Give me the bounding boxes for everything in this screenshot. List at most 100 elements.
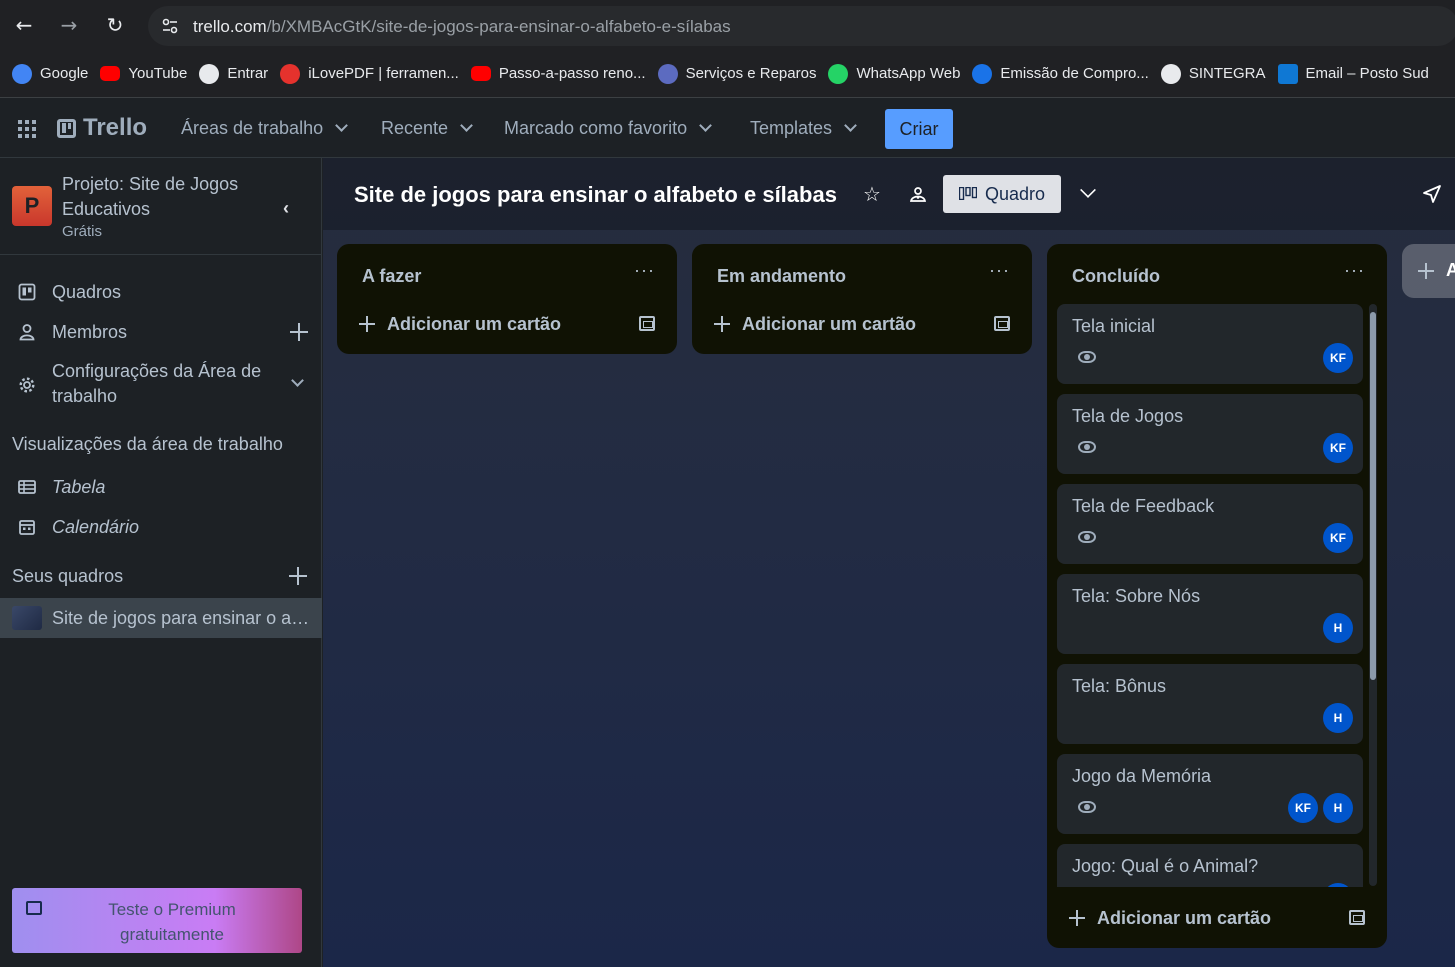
- site-settings-icon[interactable]: [160, 16, 180, 36]
- card-template-icon[interactable]: [994, 316, 1010, 331]
- menu-starred[interactable]: Marcado como favorito: [504, 118, 712, 139]
- sidebar-board-item[interactable]: Site de jogos para ensinar o alfabeto e …: [0, 598, 322, 638]
- add-card-button[interactable]: Adicionar um cartão: [337, 294, 677, 354]
- bookmark-label: iLovePDF | ferramen...: [308, 65, 459, 82]
- card-title: Tela: Bônus: [1072, 676, 1167, 696]
- sidebar-item-calendar[interactable]: Calendário: [0, 515, 322, 539]
- add-board-icon[interactable]: [289, 567, 307, 585]
- add-list-button[interactable]: A: [1402, 244, 1455, 298]
- menu-templates[interactable]: Templates: [750, 118, 857, 139]
- card-title: Jogo da Memória: [1072, 766, 1212, 786]
- workspace-name[interactable]: Projeto: Site de Jogos Educativos: [62, 172, 262, 222]
- forward-arrow-icon[interactable]: →: [57, 13, 81, 37]
- card[interactable]: Tela de Feedback KF: [1057, 484, 1363, 564]
- member-avatar[interactable]: H: [1323, 883, 1353, 887]
- address-bar[interactable]: trello.com/b/XMBAcGtK/site-de-jogos-para…: [148, 6, 1455, 46]
- outlook-icon: [1277, 63, 1298, 84]
- bookmark-item[interactable]: WhatsApp Web: [826, 59, 970, 89]
- add-card-button[interactable]: Adicionar um cartão: [1047, 888, 1387, 948]
- back-arrow-icon[interactable]: ←: [12, 13, 36, 37]
- board-title[interactable]: Site de jogos para ensinar o alfabeto e …: [354, 182, 837, 208]
- list-header[interactable]: Concluído ···: [1047, 244, 1387, 294]
- bookmark-item[interactable]: Passo-a-passo reno...: [469, 59, 656, 89]
- youtube-icon: [470, 66, 491, 81]
- member-avatar[interactable]: H: [1323, 703, 1353, 733]
- menu-recent[interactable]: Recente: [381, 118, 473, 139]
- send-icon[interactable]: [1422, 184, 1442, 204]
- card-template-icon[interactable]: [639, 316, 655, 331]
- add-member-icon[interactable]: [290, 323, 308, 341]
- card[interactable]: Tela: Bônus H: [1057, 664, 1363, 744]
- member-avatar[interactable]: KF: [1323, 433, 1353, 463]
- more-icon[interactable]: ···: [1344, 260, 1365, 281]
- collapse-sidebar-button[interactable]: ‹: [270, 192, 302, 224]
- member-avatar[interactable]: KF: [1323, 523, 1353, 553]
- bookmark-label: Serviços e Reparos: [685, 65, 817, 82]
- card-template-icon[interactable]: [1349, 910, 1365, 925]
- views-section-title: Visualizações da área de trabalho: [12, 434, 283, 454]
- trello-logo[interactable]: Trello: [57, 114, 147, 142]
- sidebar-item-settings[interactable]: Configurações da Área de trabalho: [0, 358, 322, 412]
- menu-workspaces[interactable]: Áreas de trabalho: [181, 118, 348, 139]
- reload-icon[interactable]: ↻: [103, 13, 127, 37]
- member-avatar[interactable]: H: [1323, 613, 1353, 643]
- list-title[interactable]: A fazer: [362, 266, 421, 287]
- board-header: Site de jogos para ensinar o alfabeto e …: [323, 158, 1455, 230]
- bookmark-item[interactable]: Entrar: [197, 59, 278, 89]
- card[interactable]: Tela: Sobre Nós H: [1057, 574, 1363, 654]
- sidebar-item-label: Configurações da Área de trabalho: [52, 361, 262, 406]
- more-icon[interactable]: ···: [634, 260, 655, 281]
- scrollbar-thumb[interactable]: [1370, 312, 1376, 680]
- browser-toolbar: ← → ↻ trello.com/b/XMBAcGtK/site-de-jogo…: [0, 0, 1455, 50]
- list-header[interactable]: Em andamento ···: [692, 244, 1032, 294]
- bookmark-item[interactable]: Google: [10, 59, 98, 89]
- receita-icon: [972, 63, 993, 84]
- list-header[interactable]: A fazer ···: [337, 244, 677, 294]
- boards-section-title: Seus quadros: [12, 566, 124, 586]
- chevron-down-icon: [460, 119, 473, 132]
- add-list-label: A: [1446, 260, 1455, 280]
- member-avatar[interactable]: H: [1323, 793, 1353, 823]
- board-icon: [18, 283, 36, 301]
- add-card-button[interactable]: Adicionar um cartão: [692, 294, 1032, 354]
- card[interactable]: Jogo: Qual é o Animal? H: [1057, 844, 1363, 887]
- list-title[interactable]: Concluído: [1072, 266, 1160, 287]
- sidebar-item-table[interactable]: Tabela: [0, 475, 322, 499]
- list-title[interactable]: Em andamento: [717, 266, 846, 287]
- bookmark-item[interactable]: iLovePDF | ferramen...: [278, 59, 469, 89]
- star-icon[interactable]: ☆: [863, 184, 883, 204]
- plus-icon: [359, 316, 375, 332]
- sidebar-item-boards[interactable]: Quadros: [0, 280, 322, 304]
- card[interactable]: Jogo da Memória KF H: [1057, 754, 1363, 834]
- bookmark-item[interactable]: Email – Posto Sud: [1276, 59, 1439, 89]
- sidebar-item-label: Quadros: [52, 281, 122, 302]
- card[interactable]: Tela de Jogos KF: [1057, 394, 1363, 474]
- workspace-visibility-icon[interactable]: [909, 185, 927, 203]
- bookmark-item[interactable]: Emissão de Compro...: [970, 59, 1158, 89]
- app-switcher-icon[interactable]: [18, 120, 36, 138]
- bookmark-item[interactable]: YouTube: [98, 59, 197, 89]
- list-scrollbar[interactable]: [1369, 304, 1377, 886]
- premium-trial-label: Teste o Premium gratuitamente: [108, 900, 236, 944]
- board-view-button[interactable]: Quadro: [943, 175, 1061, 213]
- google-icon: [12, 63, 32, 84]
- more-icon[interactable]: ···: [989, 260, 1010, 281]
- premium-trial-button[interactable]: Teste o Premium gratuitamente: [12, 888, 302, 953]
- card-title: Tela de Jogos: [1072, 406, 1184, 426]
- bookmark-label: Google: [40, 65, 89, 82]
- member-avatar[interactable]: KF: [1288, 793, 1318, 823]
- add-card-label: Adicionar um cartão: [1097, 908, 1272, 928]
- bookmark-item[interactable]: SINTEGRA: [1159, 59, 1276, 89]
- create-button[interactable]: Criar: [885, 109, 953, 149]
- youtube-icon: [100, 66, 121, 81]
- card-title: Tela de Feedback: [1072, 496, 1215, 516]
- sidebar-item-members[interactable]: Membros: [0, 320, 322, 344]
- workspace-avatar: P: [12, 186, 52, 226]
- url-text[interactable]: trello.com/b/XMBAcGtK/site-de-jogos-para…: [193, 17, 731, 37]
- bookmark-item[interactable]: Serviços e Reparos: [656, 59, 827, 89]
- chevron-down-icon[interactable]: [291, 374, 304, 387]
- bookmarks-bar: Google YouTube Entrar iLovePDF | ferramen..…: [0, 50, 1455, 98]
- chevron-down-icon[interactable]: [1080, 182, 1096, 198]
- card[interactable]: Tela inicial KF: [1057, 304, 1363, 384]
- member-avatar[interactable]: KF: [1323, 343, 1353, 373]
